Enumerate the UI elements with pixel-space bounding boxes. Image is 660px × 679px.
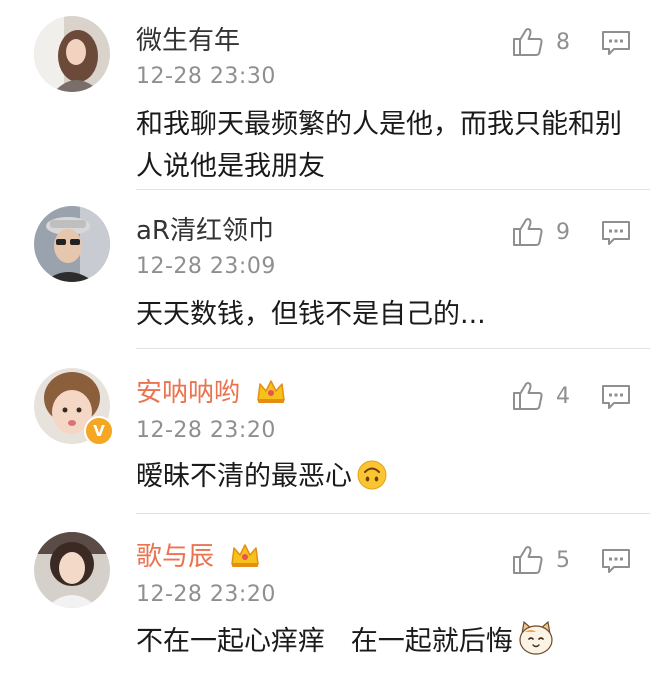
crown-icon [231,544,260,567]
like-count: 5 [556,547,570,573]
avatar[interactable] [34,532,110,608]
thumbs-up-icon [513,546,543,574]
like-count: 4 [556,383,570,409]
username-text: 微生有年 [136,26,241,56]
like-button[interactable]: 5 [512,544,570,576]
avatar[interactable] [34,206,110,282]
username[interactable]: 安呐呐哟 [136,378,286,408]
username-text: 安呐呐哟 [136,378,241,408]
divider [136,348,650,349]
upside-down-face-icon [357,460,387,490]
comment-bubble-icon[interactable] [601,220,631,246]
username[interactable]: 歌与辰 [136,542,260,572]
timestamp: 12-28 23:20 [136,582,276,607]
avatar-image [34,532,110,608]
verified-badge: V [84,416,114,446]
avatar[interactable]: V [34,368,114,446]
comment-item: V 安呐呐哟 12-28 23:20 暧昧不清的最恶心 4 [0,350,660,514]
avatar-image [34,16,110,92]
username[interactable]: aR清红领巾 [136,216,274,246]
comment-bubble-icon[interactable] [601,384,631,410]
username-text: aR清红领巾 [136,216,274,246]
cat-face-icon [519,620,553,655]
comment-text-content: 不在一起心痒痒 在一起就后悔 [136,626,513,657]
like-count: 9 [556,219,570,245]
timestamp: 12-28 23:20 [136,418,276,443]
comment-text: 不在一起心痒痒 在一起就后悔 [136,620,636,663]
comment-text-content: 暧昧不清的最恶心 [136,461,352,492]
like-button[interactable]: 9 [512,216,570,248]
timestamp: 12-28 23:30 [136,64,276,89]
like-count: 8 [556,29,570,55]
username-text: 歌与辰 [136,542,215,572]
timestamp: 12-28 23:09 [136,254,276,279]
avatar[interactable] [34,16,110,92]
comment-item: 歌与辰 12-28 23:20 不在一起心痒痒 在一起就后悔 5 [0,514,660,679]
comment-bubble-icon[interactable] [601,30,631,56]
like-button[interactable]: 4 [512,380,570,412]
comment-text: 和我聊天最频繁的人是他，而我只能和别人说他是我朋友 [136,109,622,182]
comment-item: 微生有年 12-28 23:30 和我聊天最频繁的人是他，而我只能和别人说他是我… [0,0,660,190]
comment-bubble-icon[interactable] [601,548,631,574]
comment-item: aR清红领巾 12-28 23:09 天天数钱，但钱不是自己的... 9 [0,190,660,349]
crown-icon [257,380,286,403]
like-button[interactable]: 8 [512,26,570,58]
avatar-image [34,206,110,282]
username[interactable]: 微生有年 [136,26,240,56]
comment-text: 暧昧不清的最恶心 [136,456,636,498]
comment-text: 天天数钱，但钱不是自己的... [136,299,486,330]
thumbs-up-icon [513,218,543,246]
thumbs-up-icon [513,382,543,410]
thumbs-up-icon [513,28,543,56]
